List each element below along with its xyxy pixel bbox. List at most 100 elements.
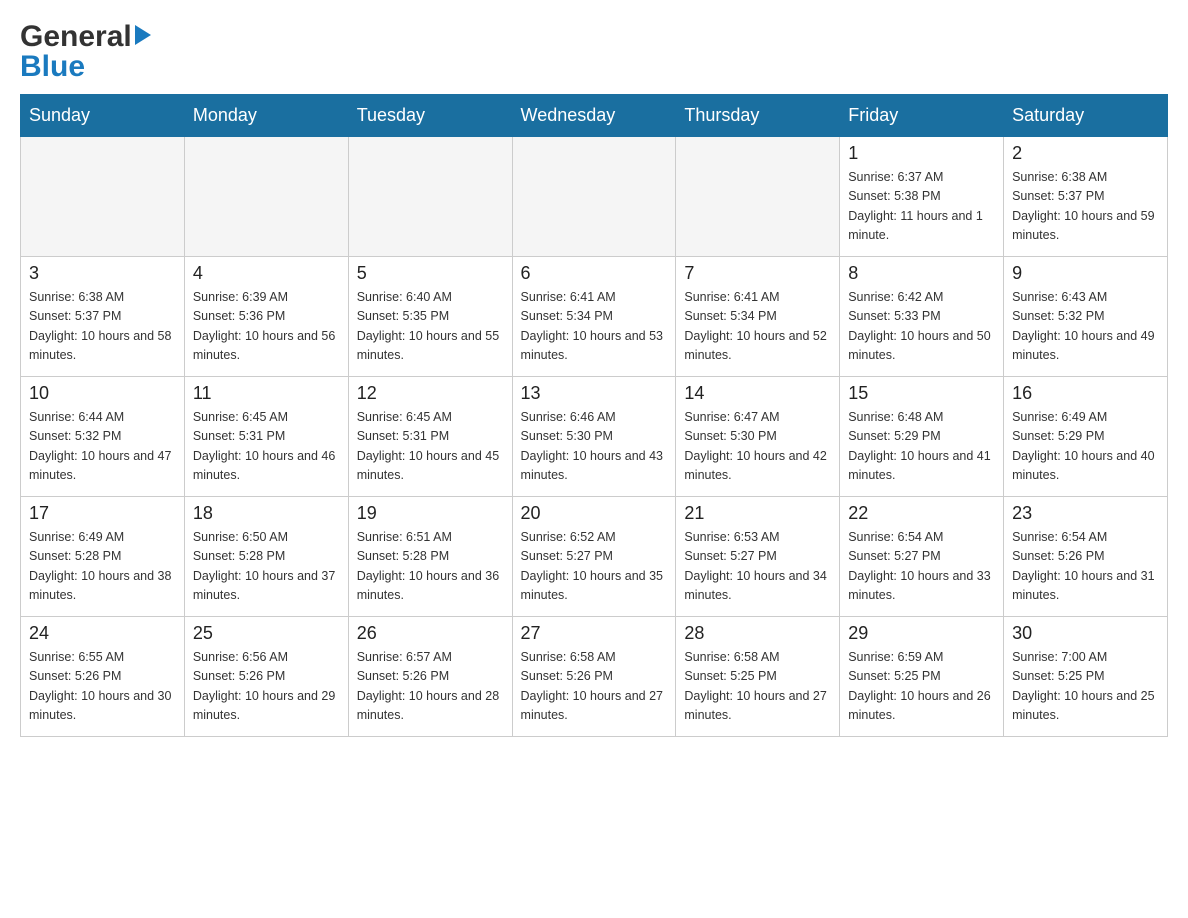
day-number: 13 [521, 383, 668, 404]
sun-info: Sunrise: 6:45 AM Sunset: 5:31 PM Dayligh… [357, 408, 504, 486]
sun-info: Sunrise: 6:38 AM Sunset: 5:37 PM Dayligh… [1012, 168, 1159, 246]
calendar-cell: 3 Sunrise: 6:38 AM Sunset: 5:37 PM Daylig… [21, 257, 185, 377]
calendar-cell: 29 Sunrise: 6:59 AM Sunset: 5:25 PM Dayli… [840, 617, 1004, 737]
calendar-cell: 27Sunrise: 6:58 AM Sunset: 5:26 PM Dayli… [512, 617, 676, 737]
logo-arrow-icon [135, 25, 151, 45]
sun-info: Sunrise: 6:37 AM Sunset: 5:38 PM Dayligh… [848, 168, 995, 246]
calendar-cell: 11 Sunrise: 6:45 AM Sunset: 5:31 PM Dayli… [184, 377, 348, 497]
logo: General Blue [20, 20, 151, 84]
sun-info: Sunrise: 6:54 AM Sunset: 5:26 PM Dayligh… [1012, 528, 1159, 606]
calendar-cell: 12 Sunrise: 6:45 AM Sunset: 5:31 PM Dayli… [348, 377, 512, 497]
day-number: 21 [684, 503, 831, 524]
sun-info: Sunrise: 6:52 AM Sunset: 5:27 PM Dayligh… [521, 528, 668, 606]
calendar-cell: 8 Sunrise: 6:42 AM Sunset: 5:33 PM Daylig… [840, 257, 1004, 377]
calendar-cell: 17 Sunrise: 6:49 AM Sunset: 5:28 PM Dayli… [21, 497, 185, 617]
day-number: 29 [848, 623, 995, 644]
day-number: 15 [848, 383, 995, 404]
sun-info: Sunrise: 6:40 AM Sunset: 5:35 PM Dayligh… [357, 288, 504, 366]
calendar-week-5: 24 Sunrise: 6:55 AM Sunset: 5:26 PM Dayli… [21, 617, 1168, 737]
sun-info: Sunrise: 6:59 AM Sunset: 5:25 PM Dayligh… [848, 648, 995, 726]
day-number: 30 [1012, 623, 1159, 644]
sun-info: Sunrise: 6:47 AM Sunset: 5:30 PM Dayligh… [684, 408, 831, 486]
calendar-cell: 23Sunrise: 6:54 AM Sunset: 5:26 PM Dayli… [1004, 497, 1168, 617]
day-number: 22 [848, 503, 995, 524]
day-number: 12 [357, 383, 504, 404]
weekday-header-friday: Friday [840, 95, 1004, 137]
calendar-week-4: 17 Sunrise: 6:49 AM Sunset: 5:28 PM Dayli… [21, 497, 1168, 617]
calendar-cell: 21 Sunrise: 6:53 AM Sunset: 5:27 PM Dayli… [676, 497, 840, 617]
day-number: 10 [29, 383, 176, 404]
weekday-header-monday: Monday [184, 95, 348, 137]
sun-info: Sunrise: 6:38 AM Sunset: 5:37 PM Dayligh… [29, 288, 176, 366]
day-number: 3 [29, 263, 176, 284]
day-number: 26 [357, 623, 504, 644]
calendar-week-1: 1Sunrise: 6:37 AM Sunset: 5:38 PM Daylig… [21, 137, 1168, 257]
sun-info: Sunrise: 6:41 AM Sunset: 5:34 PM Dayligh… [521, 288, 668, 366]
sun-info: Sunrise: 7:00 AM Sunset: 5:25 PM Dayligh… [1012, 648, 1159, 726]
calendar-cell: 4 Sunrise: 6:39 AM Sunset: 5:36 PM Daylig… [184, 257, 348, 377]
calendar-cell: 2 Sunrise: 6:38 AM Sunset: 5:37 PM Daylig… [1004, 137, 1168, 257]
day-number: 24 [29, 623, 176, 644]
calendar-cell: 20 Sunrise: 6:52 AM Sunset: 5:27 PM Dayli… [512, 497, 676, 617]
calendar-cell: 10 Sunrise: 6:44 AM Sunset: 5:32 PM Dayli… [21, 377, 185, 497]
calendar-cell [348, 137, 512, 257]
calendar-cell: 30 Sunrise: 7:00 AM Sunset: 5:25 PM Dayli… [1004, 617, 1168, 737]
day-number: 9 [1012, 263, 1159, 284]
sun-info: Sunrise: 6:49 AM Sunset: 5:28 PM Dayligh… [29, 528, 176, 606]
day-number: 6 [521, 263, 668, 284]
day-number: 20 [521, 503, 668, 524]
calendar-cell: 28 Sunrise: 6:58 AM Sunset: 5:25 PM Dayli… [676, 617, 840, 737]
calendar-cell: 26Sunrise: 6:57 AM Sunset: 5:26 PM Dayli… [348, 617, 512, 737]
calendar-week-3: 10 Sunrise: 6:44 AM Sunset: 5:32 PM Dayli… [21, 377, 1168, 497]
sun-info: Sunrise: 6:51 AM Sunset: 5:28 PM Dayligh… [357, 528, 504, 606]
calendar-cell: 6 Sunrise: 6:41 AM Sunset: 5:34 PM Daylig… [512, 257, 676, 377]
day-number: 4 [193, 263, 340, 284]
sun-info: Sunrise: 6:41 AM Sunset: 5:34 PM Dayligh… [684, 288, 831, 366]
calendar-table: SundayMondayTuesdayWednesdayThursdayFrid… [20, 94, 1168, 737]
day-number: 16 [1012, 383, 1159, 404]
weekday-header-wednesday: Wednesday [512, 95, 676, 137]
weekday-header-thursday: Thursday [676, 95, 840, 137]
calendar-cell: 1Sunrise: 6:37 AM Sunset: 5:38 PM Daylig… [840, 137, 1004, 257]
day-number: 14 [684, 383, 831, 404]
sun-info: Sunrise: 6:58 AM Sunset: 5:26 PM Dayligh… [521, 648, 668, 726]
day-number: 7 [684, 263, 831, 284]
sun-info: Sunrise: 6:56 AM Sunset: 5:26 PM Dayligh… [193, 648, 340, 726]
day-number: 5 [357, 263, 504, 284]
page-header: General Blue [20, 20, 1168, 84]
sun-info: Sunrise: 6:45 AM Sunset: 5:31 PM Dayligh… [193, 408, 340, 486]
day-number: 8 [848, 263, 995, 284]
calendar-cell: 25 Sunrise: 6:56 AM Sunset: 5:26 PM Dayli… [184, 617, 348, 737]
day-number: 25 [193, 623, 340, 644]
day-number: 2 [1012, 143, 1159, 164]
sun-info: Sunrise: 6:54 AM Sunset: 5:27 PM Dayligh… [848, 528, 995, 606]
day-number: 11 [193, 383, 340, 404]
calendar-week-2: 3 Sunrise: 6:38 AM Sunset: 5:37 PM Daylig… [21, 257, 1168, 377]
sun-info: Sunrise: 6:53 AM Sunset: 5:27 PM Dayligh… [684, 528, 831, 606]
sun-info: Sunrise: 6:50 AM Sunset: 5:28 PM Dayligh… [193, 528, 340, 606]
calendar-cell: 9 Sunrise: 6:43 AM Sunset: 5:32 PM Daylig… [1004, 257, 1168, 377]
weekday-header-row: SundayMondayTuesdayWednesdayThursdayFrid… [21, 95, 1168, 137]
calendar-cell: 18 Sunrise: 6:50 AM Sunset: 5:28 PM Dayli… [184, 497, 348, 617]
calendar-cell: 14 Sunrise: 6:47 AM Sunset: 5:30 PM Dayli… [676, 377, 840, 497]
sun-info: Sunrise: 6:49 AM Sunset: 5:29 PM Dayligh… [1012, 408, 1159, 486]
logo-general-text: General [20, 20, 132, 54]
calendar-cell: 5 Sunrise: 6:40 AM Sunset: 5:35 PM Daylig… [348, 257, 512, 377]
logo-blue-text: Blue [20, 50, 85, 84]
sun-info: Sunrise: 6:58 AM Sunset: 5:25 PM Dayligh… [684, 648, 831, 726]
day-number: 28 [684, 623, 831, 644]
sun-info: Sunrise: 6:46 AM Sunset: 5:30 PM Dayligh… [521, 408, 668, 486]
day-number: 17 [29, 503, 176, 524]
calendar-cell [676, 137, 840, 257]
calendar-cell: 24 Sunrise: 6:55 AM Sunset: 5:26 PM Dayli… [21, 617, 185, 737]
calendar-cell: 7 Sunrise: 6:41 AM Sunset: 5:34 PM Daylig… [676, 257, 840, 377]
sun-info: Sunrise: 6:55 AM Sunset: 5:26 PM Dayligh… [29, 648, 176, 726]
sun-info: Sunrise: 6:44 AM Sunset: 5:32 PM Dayligh… [29, 408, 176, 486]
weekday-header-sunday: Sunday [21, 95, 185, 137]
sun-info: Sunrise: 6:43 AM Sunset: 5:32 PM Dayligh… [1012, 288, 1159, 366]
sun-info: Sunrise: 6:42 AM Sunset: 5:33 PM Dayligh… [848, 288, 995, 366]
sun-info: Sunrise: 6:39 AM Sunset: 5:36 PM Dayligh… [193, 288, 340, 366]
day-number: 18 [193, 503, 340, 524]
weekday-header-tuesday: Tuesday [348, 95, 512, 137]
calendar-cell [512, 137, 676, 257]
